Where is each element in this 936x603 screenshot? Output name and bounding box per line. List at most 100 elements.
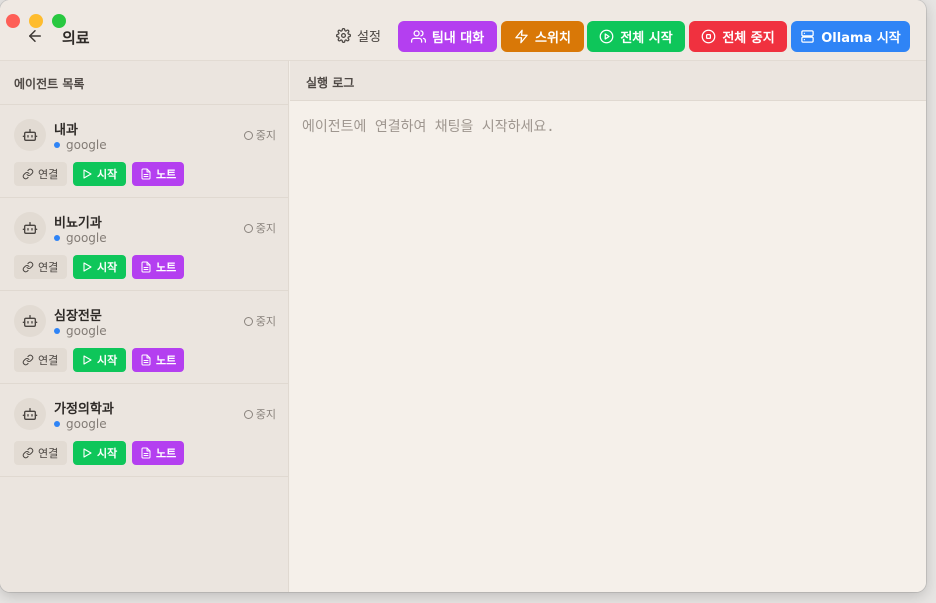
status-label: 중지 [255, 315, 276, 328]
agent-avatar [14, 212, 46, 244]
log-title: 실행 로그 [290, 61, 926, 101]
play-icon [83, 355, 92, 365]
agent-item[interactable]: 가정의학과 google 중지 연결 시작 노트 [0, 384, 288, 477]
sidebar-title: 에이전트 목록 [0, 61, 288, 105]
status-label: 중지 [255, 408, 276, 421]
ollama-start-button[interactable]: Ollama 시작 [791, 21, 910, 52]
team-chat-button[interactable]: 팀내 대화 [398, 21, 497, 52]
start-button[interactable]: 시작 [73, 348, 126, 372]
connect-button[interactable]: 연결 [14, 441, 67, 465]
status-ring-icon [243, 409, 253, 419]
link-icon [22, 261, 34, 273]
note-label: 노트 [156, 168, 177, 181]
note-button[interactable]: 노트 [132, 255, 184, 279]
agent-status: 중지 [243, 313, 276, 329]
bot-icon [22, 129, 38, 141]
note-label: 노트 [156, 354, 177, 367]
connect-label: 연결 [38, 354, 59, 367]
provider-dot [54, 235, 60, 241]
start-label: 시작 [97, 261, 118, 274]
agent-provider: google [54, 138, 107, 152]
status-ring-icon [243, 223, 253, 233]
provider-dot [54, 421, 60, 427]
connect-label: 연결 [38, 447, 59, 460]
bot-icon [22, 315, 38, 327]
agent-avatar [14, 305, 46, 337]
connect-label: 연결 [38, 261, 59, 274]
agent-item[interactable]: 비뇨기과 google 중지 연결 시작 노트 [0, 198, 288, 291]
agent-item[interactable]: 내과 google 중지 연결 시작 노트 [0, 105, 288, 198]
connect-button[interactable]: 연결 [14, 255, 67, 279]
team-chat-label: 팀내 대화 [431, 31, 485, 46]
window-maximize-button[interactable] [52, 14, 66, 28]
agent-provider: google [54, 324, 107, 338]
log-panel: 실행 로그 에이전트에 연결하여 채팅을 시작하세요. [290, 61, 926, 592]
play-circle-icon [599, 29, 614, 44]
start-button[interactable]: 시작 [73, 255, 126, 279]
provider-label: google [66, 231, 107, 245]
start-label: 시작 [97, 447, 118, 460]
status-ring-icon [243, 130, 253, 140]
agent-actions: 연결 시작 노트 [14, 441, 184, 465]
arrow-left-icon[interactable] [26, 27, 44, 45]
agent-name: 심장전문 [54, 309, 102, 324]
agent-avatar [14, 119, 46, 151]
start-all-button[interactable]: 전체 시작 [587, 21, 685, 52]
play-icon [83, 262, 92, 272]
start-label: 시작 [97, 168, 118, 181]
link-icon [22, 354, 34, 366]
note-button[interactable]: 노트 [132, 441, 184, 465]
play-icon [83, 448, 92, 458]
app-window: 의료 설정 팀내 대화 스위치 전체 시작 전체 중지 Ollama 시작 에이… [0, 0, 926, 592]
agent-status: 중지 [243, 220, 276, 236]
link-icon [22, 447, 34, 459]
agent-provider: google [54, 417, 107, 431]
agent-item[interactable]: 심장전문 google 중지 연결 시작 노트 [0, 291, 288, 384]
window-minimize-button[interactable] [29, 14, 43, 28]
agent-provider: google [54, 231, 107, 245]
file-text-icon [141, 261, 151, 273]
ollama-start-label: Ollama 시작 [821, 31, 901, 46]
connect-button[interactable]: 연결 [14, 162, 67, 186]
file-text-icon [141, 354, 151, 366]
provider-dot [54, 328, 60, 334]
agent-name: 내과 [54, 123, 78, 138]
provider-label: google [66, 138, 107, 152]
agent-name: 가정의학과 [54, 402, 114, 417]
file-text-icon [141, 447, 151, 459]
switch-button[interactable]: 스위치 [501, 21, 584, 52]
stop-all-label: 전체 중지 [722, 31, 775, 46]
agent-actions: 연결 시작 노트 [14, 255, 184, 279]
log-empty-message: 에이전트에 연결하여 채팅을 시작하세요. [302, 119, 555, 135]
connect-label: 연결 [38, 168, 59, 181]
gear-icon [336, 28, 351, 43]
start-button[interactable]: 시작 [73, 441, 126, 465]
page-title: 의료 [62, 29, 90, 47]
provider-dot [54, 142, 60, 148]
stop-circle-icon [701, 29, 716, 44]
start-button[interactable]: 시작 [73, 162, 126, 186]
bot-icon [22, 222, 38, 234]
bot-icon [22, 408, 38, 420]
link-icon [22, 168, 34, 180]
note-button[interactable]: 노트 [132, 348, 184, 372]
window-close-button[interactable] [6, 14, 20, 28]
note-label: 노트 [156, 447, 177, 460]
server-icon [801, 30, 814, 43]
note-button[interactable]: 노트 [132, 162, 184, 186]
provider-label: google [66, 417, 107, 431]
agent-name: 비뇨기과 [54, 216, 102, 231]
connect-button[interactable]: 연결 [14, 348, 67, 372]
start-label: 시작 [97, 354, 118, 367]
status-ring-icon [243, 316, 253, 326]
play-icon [83, 169, 92, 179]
settings-button[interactable]: 설정 [336, 26, 381, 45]
start-all-label: 전체 시작 [620, 31, 673, 46]
settings-label: 설정 [357, 30, 381, 45]
stop-all-button[interactable]: 전체 중지 [689, 21, 787, 52]
window-controls [6, 14, 66, 28]
status-label: 중지 [255, 222, 276, 235]
agent-status: 중지 [243, 127, 276, 143]
agent-avatar [14, 398, 46, 430]
agent-actions: 연결 시작 노트 [14, 162, 184, 186]
